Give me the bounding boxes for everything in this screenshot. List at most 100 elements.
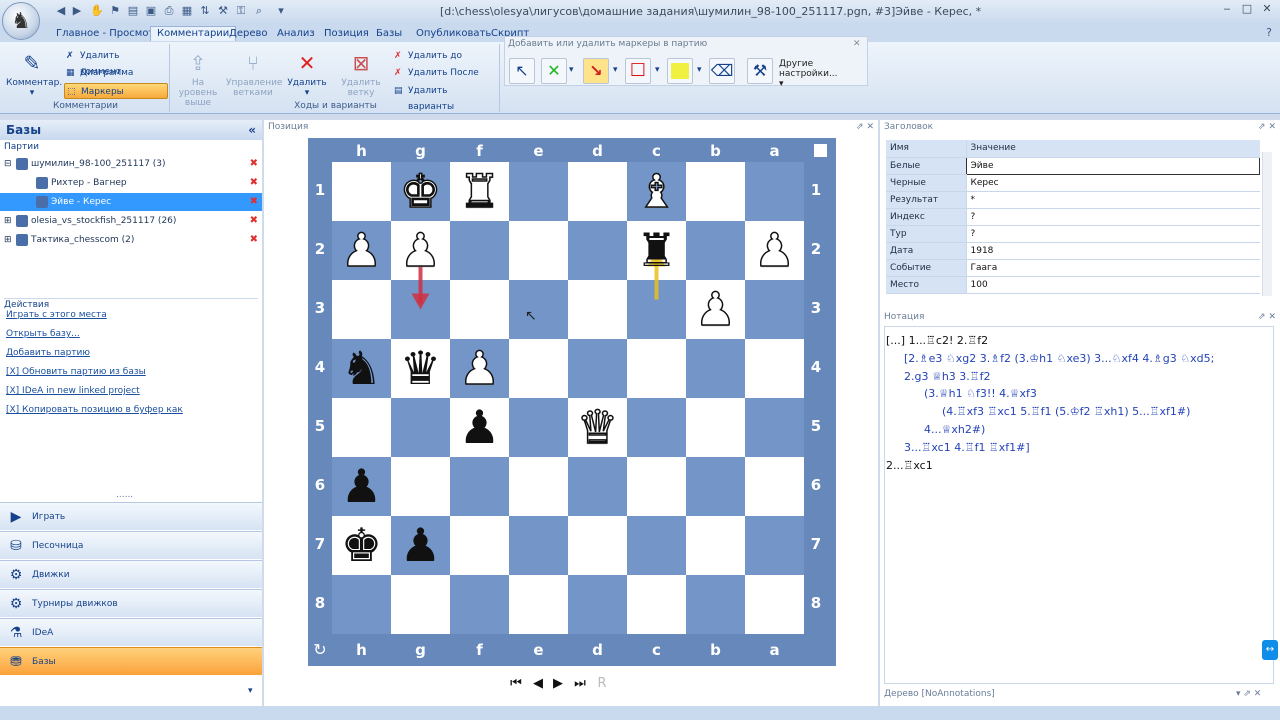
black-queen-icon[interactable]: ♛ xyxy=(391,339,450,398)
tools-icon[interactable]: ⚒ xyxy=(216,4,230,18)
tree-item[interactable]: Эйве - Керес ✖ xyxy=(0,193,262,211)
pointer-tool-icon[interactable]: ↖ xyxy=(509,58,535,84)
delete-branch-button[interactable]: ⊠ Удалить ветку xyxy=(334,50,388,98)
remove-icon[interactable]: ✖ xyxy=(250,212,258,230)
key-icon[interactable]: ⚿ xyxy=(234,4,248,18)
tree-item[interactable]: Рихтер - Вагнер ✖ xyxy=(0,174,262,192)
notation-line[interactable]: 2.g3 ♕h3 3.♖f2 xyxy=(904,368,991,386)
tab-analysis[interactable]: Анализ xyxy=(271,27,321,42)
arrow-dropdown-icon[interactable]: ▾ xyxy=(613,65,618,75)
notation-line[interactable]: (3.♕h1 ♘f3!! 4.♕xf3 xyxy=(924,385,1037,403)
pin-icon[interactable]: ⚑ xyxy=(108,4,122,18)
tree-item[interactable]: ⊞ Тактика_chesscom (2) ✖ xyxy=(0,231,262,249)
nav-button[interactable]: ⛁ Песочница xyxy=(0,531,262,559)
maximize-icon[interactable]: ⇗ ✕ xyxy=(856,120,874,134)
delete-to-button[interactable]: ✗ Удалить до xyxy=(392,48,496,64)
markers-button[interactable]: ⬚ Маркеры xyxy=(64,83,168,99)
new-icon[interactable]: ▤ xyxy=(126,4,140,18)
header-field-value[interactable]: 1918 xyxy=(965,242,1260,260)
action-link[interactable]: Играть с этого места xyxy=(6,310,107,320)
header-field-value[interactable]: ? xyxy=(965,208,1260,226)
help-icon[interactable]: ? xyxy=(1262,26,1276,40)
teamviewer-icon[interactable]: ↔ xyxy=(1262,640,1278,660)
manage-branches-button[interactable]: ⑂ Управление ветками xyxy=(226,50,282,98)
expander-icon[interactable]: ⊞ xyxy=(4,231,16,249)
white-pawn-icon[interactable]: ♟ xyxy=(745,221,804,280)
black-knight-icon[interactable]: ♞ xyxy=(332,339,391,398)
tab-tree[interactable]: Дерево xyxy=(223,27,273,42)
header-field-value[interactable]: 100 xyxy=(965,276,1260,294)
black-king-icon[interactable]: ♚ xyxy=(332,516,391,575)
notation-line[interactable]: 4...♕xh2#) xyxy=(924,421,985,439)
minimize-button[interactable]: ‒ xyxy=(1218,2,1236,16)
nav-button[interactable]: ⚙ Движки xyxy=(0,560,262,588)
white-pawn-icon[interactable]: ♟ xyxy=(391,221,450,280)
header-row[interactable]: Событие Гаага xyxy=(886,259,1260,277)
back-icon[interactable]: ◀ xyxy=(54,4,68,18)
remove-icon[interactable]: ✖ xyxy=(250,155,258,173)
header-row[interactable]: Индекс? xyxy=(886,208,1260,226)
white-pawn-icon[interactable]: ♟ xyxy=(332,221,391,280)
color-dropdown-icon[interactable]: ▾ xyxy=(697,65,702,75)
delete-button[interactable]: ✕ Удалить ▾ xyxy=(282,50,332,98)
action-link[interactable]: Открыть базу... xyxy=(6,329,80,339)
delete-variants-button[interactable]: ▤ Удалить варианты xyxy=(392,83,496,112)
remove-icon[interactable]: ✖ xyxy=(250,231,258,249)
header-scrollbar[interactable] xyxy=(1262,152,1272,296)
other-settings-button[interactable]: Другие настройки... ▾ xyxy=(779,59,867,89)
nav-button[interactable]: ⚗ IDeA xyxy=(0,618,262,646)
white-pawn-icon[interactable]: ♟ xyxy=(450,339,509,398)
flip-board-icon[interactable]: ↻ xyxy=(310,640,330,660)
cross-dropdown-icon[interactable]: ▾ xyxy=(569,65,574,75)
header-field-value[interactable]: ? xyxy=(965,225,1260,243)
tab-position[interactable]: Позиция xyxy=(318,27,375,42)
next-move-icon[interactable]: ▶ xyxy=(550,676,566,692)
square-marker-icon[interactable]: ☐ xyxy=(625,58,651,84)
header-row[interactable]: Дата 1918 xyxy=(886,242,1260,260)
header-field-value[interactable]: Керес xyxy=(965,174,1260,192)
maximize-icon[interactable]: ⇗ ✕ xyxy=(1258,120,1276,134)
notation-line[interactable]: (4.♖xf3 ♖xc1 5.♖f1 (5.♔f2 ♖xh1) 5...♖xf1… xyxy=(942,403,1190,421)
white-queen-icon[interactable]: ♛ xyxy=(568,398,627,457)
expander-icon[interactable]: ⊞ xyxy=(4,212,16,230)
nav-more-icon[interactable]: ▾ xyxy=(248,686,253,696)
hand-icon[interactable]: ✋ xyxy=(90,4,104,18)
remove-icon[interactable]: ✖ xyxy=(250,193,258,211)
action-link[interactable]: [X] Копировать позицию в буфер как xyxy=(6,405,183,415)
white-pawn-icon[interactable]: ♟ xyxy=(686,280,745,339)
prev-move-icon[interactable]: ◀ xyxy=(530,676,546,692)
comment-button[interactable]: ✎ Комментар. ▾ xyxy=(6,50,62,98)
delete-after-button[interactable]: ✗ Удалить После xyxy=(392,65,496,81)
delete-comment-button[interactable]: ✗ Удалить коммент. xyxy=(64,48,166,77)
notation-text[interactable]: [...] 1...♖c2! 2.♖f2 [2.♗e3 ♘xg2 3.♗f2 (3… xyxy=(886,332,1274,684)
action-link[interactable]: [X] IDeA in new linked project xyxy=(6,386,140,396)
header-field-value[interactable]: * xyxy=(965,191,1260,209)
tab-databases[interactable]: Базы xyxy=(370,27,408,42)
to-level-up-button[interactable]: ⇪ На уровень выше xyxy=(172,50,224,108)
header-field-value[interactable]: Эйве xyxy=(965,156,1260,175)
square-dropdown-icon[interactable]: ▾ xyxy=(655,65,660,75)
cross-marker-icon[interactable]: ✕ xyxy=(541,58,567,84)
diagram-button[interactable]: ▦ Диаграмма xyxy=(64,65,166,81)
maximize-button[interactable]: □ xyxy=(1238,2,1256,16)
close-button[interactable]: ✕ xyxy=(1258,2,1276,16)
save-icon[interactable]: ▣ xyxy=(144,4,158,18)
header-row[interactable]: Тур? xyxy=(886,225,1260,243)
tree-item[interactable]: ⊟ шумилин_98-100_251117 (3) ✖ xyxy=(0,155,262,173)
last-move-icon[interactable]: ⏭ xyxy=(572,676,588,692)
arrow-marker-icon[interactable]: ↘ xyxy=(583,58,609,84)
action-link[interactable]: Добавить партию xyxy=(6,348,90,358)
tree-item[interactable]: ⊞ olesia_vs_stockfish_251117 (26) ✖ xyxy=(0,212,262,230)
splitter-grip[interactable]: ...... xyxy=(116,490,133,500)
black-rook-icon[interactable]: ♜ xyxy=(627,221,686,280)
eraser-icon[interactable]: ⌫ xyxy=(709,58,735,84)
flip-icon[interactable]: ⇅ xyxy=(198,4,212,18)
nav-button[interactable]: ⛃ Базы xyxy=(0,647,262,675)
remove-icon[interactable]: ✖ xyxy=(250,174,258,192)
header-row[interactable]: Место 100 xyxy=(886,276,1260,294)
search-icon[interactable]: ⌕ xyxy=(252,4,266,18)
maximize-icon[interactable]: ⇗ ✕ xyxy=(1258,310,1276,324)
board-icon[interactable]: ▦ xyxy=(180,4,194,18)
header-row[interactable]: Черные Керес xyxy=(886,174,1260,192)
app-logo[interactable]: ♞ xyxy=(2,2,40,40)
